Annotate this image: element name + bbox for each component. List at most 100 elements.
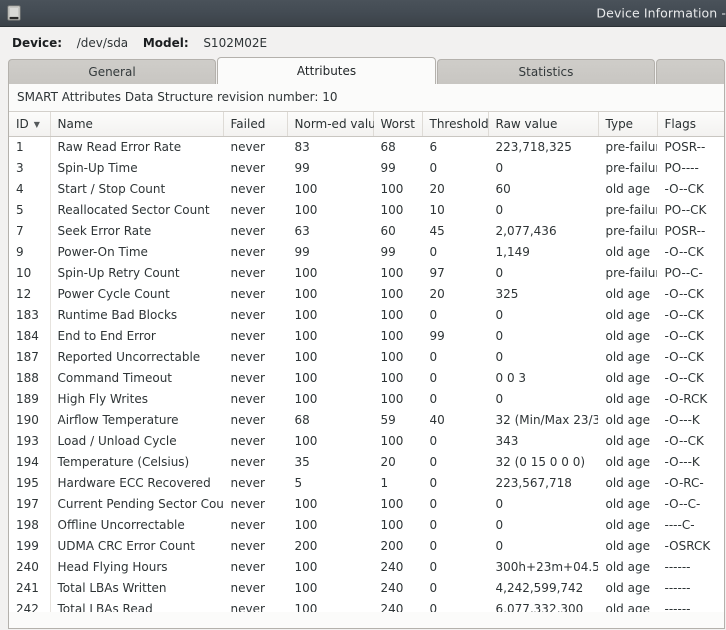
attr-failed: never: [230, 140, 265, 155]
table-row[interactable]: 10 Spin-Up Retry Count never 100 100 97 0 pre-f…: [9, 262, 724, 284]
attr-worst: 99: [380, 245, 396, 259]
column-header-raw-value[interactable]: Raw value: [488, 112, 599, 137]
table-row[interactable]: 190 Airflow Temperature never 68 59 40 32 (Min…: [9, 409, 724, 431]
attr-failed: never: [230, 245, 265, 259]
smart-attributes-table: ID ▼ Name Failed Norm-ed value Worst Thre…: [9, 112, 724, 612]
attr-normed-value: 100: [294, 329, 318, 343]
revision-number-text: SMART Attributes Data Structure revision…: [17, 90, 338, 104]
attr-normed-value: 99: [294, 161, 310, 175]
tab-overflow[interactable]: [655, 59, 725, 84]
attr-worst: 1: [380, 476, 389, 490]
attr-flags: -O--CK: [664, 434, 704, 448]
model-label: Model:: [142, 36, 189, 50]
attr-normed-value: 200: [294, 539, 318, 553]
attr-normed-value: 100: [294, 371, 318, 385]
table-row[interactable]: 5 Reallocated Sector Count never 100 100 10 0 p…: [9, 199, 724, 221]
attr-worst: 240: [380, 581, 404, 595]
column-header-threshold[interactable]: Threshold: [422, 112, 489, 137]
table-row[interactable]: 189 High Fly Writes never 100 100 0 0 old age -O…: [9, 388, 724, 410]
attr-normed-value: 83: [294, 140, 310, 155]
table-row[interactable]: 187 Reported Uncorrectable never 100 100 0 0 ol…: [9, 346, 724, 368]
tab-statistics[interactable]: Statistics: [437, 59, 655, 84]
attr-name: Load / Unload Cycle: [57, 434, 177, 448]
attr-type: old age: [605, 182, 650, 196]
table-row[interactable]: 241 Total LBAs Written never 100 240 0 4,242,5…: [9, 577, 724, 599]
attr-threshold: 0: [429, 308, 438, 322]
table-row[interactable]: 184 End to End Error never 100 100 99 0 old age…: [9, 325, 724, 347]
table-row[interactable]: 12 Power Cycle Count never 100 100 20 325 old a…: [9, 283, 724, 305]
attr-id: 241: [9, 577, 51, 599]
table-row[interactable]: 194 Temperature (Celsius) never 35 20 0 32 (0 …: [9, 451, 724, 473]
sort-descending-icon: ▼: [33, 120, 40, 129]
attr-normed-value: 100: [294, 518, 318, 532]
attr-worst: 100: [380, 518, 404, 532]
attr-raw-value: 2,077,436: [495, 224, 557, 238]
attr-type: old age: [605, 350, 650, 364]
attr-worst: 68: [380, 140, 396, 155]
attr-name: Start / Stop Count: [57, 182, 166, 196]
attr-id: 193: [9, 430, 51, 452]
table-row[interactable]: 7 Seek Error Rate never 63 60 45 2,077,436 pre-…: [9, 220, 724, 242]
attr-threshold: 0: [429, 434, 438, 448]
column-header-failed[interactable]: Failed: [223, 112, 288, 137]
attr-raw-value: 325: [495, 287, 519, 301]
attr-id: 194: [9, 451, 51, 473]
table-row[interactable]: 242 Total LBAs Read never 100 240 0 6,077,332,…: [9, 598, 724, 612]
table-row[interactable]: 193 Load / Unload Cycle never 100 100 0 343 old…: [9, 430, 724, 452]
attr-type: old age: [605, 497, 650, 511]
column-header-normed-value[interactable]: Norm-ed value: [287, 112, 383, 137]
attr-normed-value: 100: [294, 350, 318, 364]
attr-failed: never: [230, 560, 265, 574]
attr-type: old age: [605, 581, 650, 595]
table-row[interactable]: 4 Start / Stop Count never 100 100 20 60 old ag…: [9, 178, 724, 200]
column-header-type[interactable]: Type: [598, 112, 658, 137]
attr-flags: PO----: [664, 161, 699, 175]
attr-raw-value: 0: [495, 203, 504, 217]
attr-id: 1: [9, 136, 51, 158]
column-header-flags[interactable]: Flags: [657, 112, 724, 137]
table-row[interactable]: 9 Power-On Time never 99 99 0 1,149 old age -O--…: [9, 241, 724, 263]
attr-threshold: 20: [429, 182, 445, 196]
attr-name: Current Pending Sector Count: [57, 497, 223, 511]
attr-flags: POSR--: [664, 140, 706, 155]
attr-name: Temperature (Celsius): [57, 455, 190, 469]
attr-normed-value: 100: [294, 266, 318, 280]
attr-worst: 100: [380, 350, 404, 364]
attr-name: Power-On Time: [57, 245, 148, 259]
table-row[interactable]: 198 Offline Uncorrectable never 100 100 0 0 old…: [9, 514, 724, 536]
attributes-table-body: 1 Raw Read Error Rate never 83 68 6 223,718,32…: [9, 136, 724, 612]
attr-type: old age: [605, 329, 650, 343]
column-header-worst[interactable]: Worst: [373, 112, 423, 137]
attr-raw-value: 0 0 3: [495, 371, 527, 385]
tab-general[interactable]: General: [8, 59, 217, 84]
tab-statistics-label: Statistics: [518, 65, 574, 79]
table-row[interactable]: 188 Command Timeout never 100 100 0 0 0 3 old a…: [9, 367, 724, 389]
table-row[interactable]: 240 Head Flying Hours never 100 240 0 300h+23m…: [9, 556, 724, 578]
attr-name: Airflow Temperature: [57, 413, 179, 427]
attr-normed-value: 100: [294, 434, 318, 448]
attr-normed-value: 100: [294, 581, 318, 595]
attributes-table-scroll-area[interactable]: ID ▼ Name Failed Norm-ed value Worst Thre…: [9, 111, 724, 612]
attr-type: old age: [605, 413, 650, 427]
attr-normed-value: 99: [294, 245, 310, 259]
tab-attributes[interactable]: Attributes: [217, 57, 436, 84]
attr-name: Reported Uncorrectable: [57, 350, 201, 364]
table-row[interactable]: 3 Spin-Up Time never 99 99 0 0 pre-failure PO---…: [9, 157, 724, 179]
table-row[interactable]: 199 UDMA CRC Error Count never 200 200 0 0 old …: [9, 535, 724, 557]
table-row[interactable]: 183 Runtime Bad Blocks never 100 100 0 0 old ag…: [9, 304, 724, 326]
table-row[interactable]: 197 Current Pending Sector Count never 100 1…: [9, 493, 724, 515]
attr-type: old age: [605, 602, 650, 612]
table-row[interactable]: 1 Raw Read Error Rate never 83 68 6 223,718,32…: [9, 136, 724, 158]
table-row[interactable]: 195 Hardware ECC Recovered never 5 1 0 223,567…: [9, 472, 724, 494]
column-header-id[interactable]: ID ▼: [9, 112, 51, 137]
attr-id: 10: [9, 262, 51, 284]
attr-threshold: 40: [429, 413, 445, 427]
attr-raw-value: 0: [495, 350, 504, 364]
attr-worst: 60: [380, 224, 396, 238]
attr-threshold: 0: [429, 581, 438, 595]
attr-failed: never: [230, 476, 265, 490]
column-header-name[interactable]: Name: [50, 112, 224, 137]
tab-general-label: General: [88, 65, 136, 79]
attr-threshold: 20: [429, 287, 445, 301]
attr-flags: -O--CK: [664, 287, 704, 301]
